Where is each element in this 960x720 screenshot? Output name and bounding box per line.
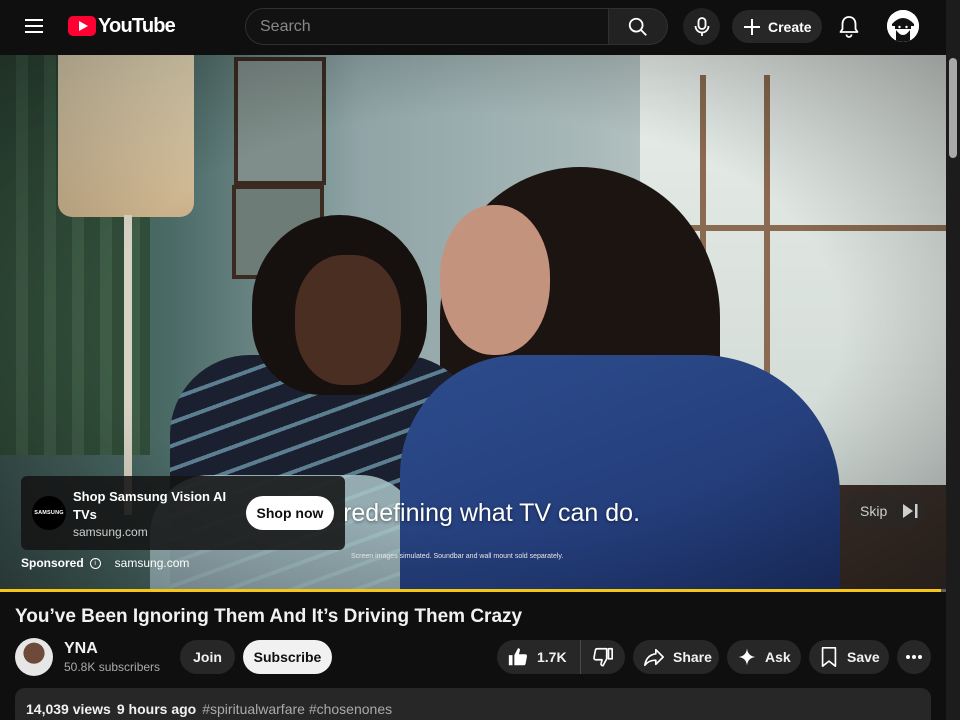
search-input[interactable] [245,8,608,45]
bookmark-icon [821,647,837,667]
share-label: Share [673,649,712,665]
logo-text: YouTube [98,14,176,37]
skip-next-icon [903,503,918,518]
save-label: Save [847,649,880,665]
masthead: YouTube Create [0,0,946,52]
more-horizontal-icon [906,655,922,659]
video-player[interactable]: are redefining what TV can do. Screen im… [0,55,946,592]
more-actions-button[interactable] [897,640,931,674]
notifications-button[interactable] [830,8,867,45]
hashtags[interactable]: #spiritualwarfare #chosenones [202,701,392,717]
ad-overlay-card[interactable]: SAMSUNG Shop Samsung Vision AI TVs samsu… [21,476,345,550]
mic-icon [694,16,709,36]
info-icon[interactable]: i [89,557,101,569]
share-button[interactable]: Share [633,640,719,674]
ad-title[interactable]: Shop Samsung Vision AI TVs [73,488,243,524]
ask-label: Ask [765,649,791,665]
create-button[interactable]: Create [732,10,822,43]
thumbs-up-icon [508,648,528,666]
join-button[interactable]: Join [180,640,235,674]
dislike-button[interactable] [581,640,625,674]
progress-bar-fill [0,589,942,592]
upload-age: 9 hours ago [116,701,197,717]
skip-ad-button[interactable]: Skip [846,494,926,527]
hamburger-icon [25,19,43,33]
scrollbar-thumb[interactable] [949,58,957,158]
ask-button[interactable]: Ask [727,640,801,674]
subscribe-button[interactable]: Subscribe [243,640,332,674]
page-scrollbar[interactable] [946,0,960,720]
like-button[interactable]: 1.7K [497,640,581,674]
avatar-image [887,10,919,42]
subscriber-count: 50.8K subscribers [64,660,161,674]
sponsored-domain[interactable]: samsung.com [115,556,190,570]
search-icon [628,17,647,36]
guide-menu-button[interactable] [14,8,54,44]
sparkle-icon [738,648,756,666]
youtube-play-logo-icon [68,16,96,36]
channel-avatar[interactable] [15,638,53,676]
search-bar [245,8,668,45]
description-box[interactable]: 14,039 views 9 hours ago #spiritualwarfa… [15,688,931,720]
video-title: You’ve Been Ignoring Them And It’s Drivi… [15,606,523,627]
ad-domain: samsung.com [73,525,148,539]
sponsored-label: Sponsored [21,556,84,570]
search-button[interactable] [608,8,668,45]
ad-fineprint: Screen images simulated. Soundbar and wa… [351,553,564,560]
share-arrow-icon [644,648,664,667]
like-count: 1.7K [537,649,567,665]
account-avatar[interactable] [887,10,919,42]
like-dislike-group: 1.7K [497,640,625,674]
channel-name[interactable]: YNA [64,640,98,658]
advertiser-logo: SAMSUNG [32,496,66,530]
skip-label: Skip [860,502,888,519]
ad-caption: are redefining what TV can do. [300,499,641,527]
sponsored-row: Sponsored i samsung.com [21,556,189,570]
view-count: 14,039 views [26,701,111,717]
thumbs-down-icon [593,647,613,667]
shop-now-button[interactable]: Shop now [246,496,334,530]
voice-search-button[interactable] [683,8,720,45]
description-meta: 14,039 views 9 hours ago #spiritualwarfa… [26,701,392,717]
plus-icon [744,18,760,35]
video-progress-bar[interactable] [0,589,946,592]
save-button[interactable]: Save [809,640,889,674]
bell-icon [839,15,858,38]
create-label: Create [768,18,812,35]
youtube-logo[interactable]: YouTube [68,14,176,38]
